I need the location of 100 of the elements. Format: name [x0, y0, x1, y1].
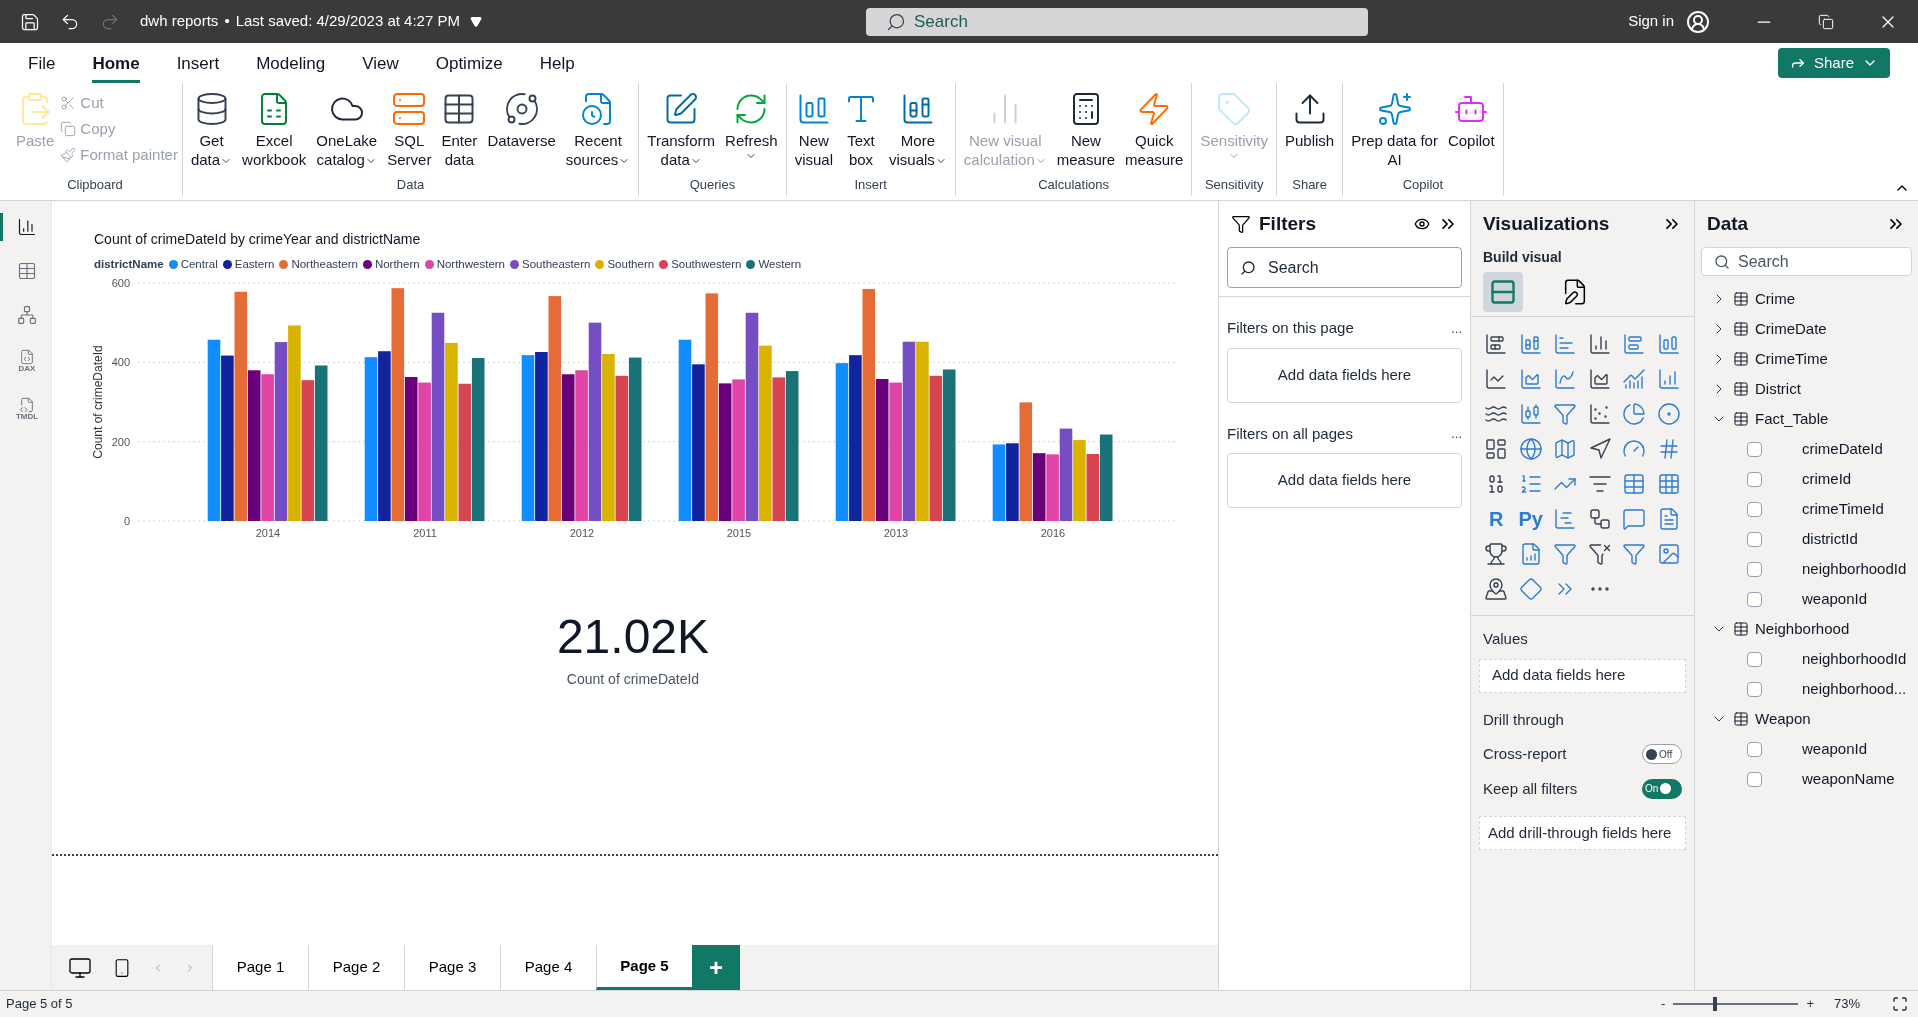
ribbon-button[interactable]: OneLake catalog: [312, 91, 382, 169]
field-checkbox[interactable]: [1747, 681, 1762, 697]
drop-zone[interactable]: Add data fields here: [1227, 453, 1462, 508]
visual-type-icon[interactable]: [1484, 541, 1509, 566]
visual-type-icon[interactable]: [1484, 331, 1509, 356]
field-name[interactable]: crimeId: [1802, 467, 1852, 491]
toggle-switch[interactable]: On: [1642, 778, 1682, 799]
ribbon-button[interactable]: Refresh: [721, 91, 782, 162]
drop-zone[interactable]: Add drill-through fields here: [1479, 816, 1686, 850]
visual-type-icon[interactable]: [1587, 541, 1612, 566]
field-checkbox[interactable]: [1747, 741, 1762, 757]
visual-type-icon[interactable]: [1484, 366, 1509, 391]
drop-zone[interactable]: Add data fields here: [1227, 347, 1462, 403]
page-tab[interactable]: Page 3: [404, 945, 500, 990]
page-tab[interactable]: Page 5: [596, 945, 692, 990]
menu-tab[interactable]: View: [362, 43, 399, 83]
table-item[interactable]: Weapon: [1695, 704, 1918, 734]
ribbon-button[interactable]: New visual: [790, 91, 837, 169]
zoom-thumb[interactable]: [1713, 997, 1718, 1011]
field-name[interactable]: weaponName: [1802, 767, 1895, 791]
view-button[interactable]: DAX: [0, 345, 51, 377]
field-name[interactable]: neighborhood...: [1802, 677, 1907, 701]
user-icon[interactable]: [1686, 9, 1710, 34]
more-options[interactable]: ...: [1451, 424, 1462, 444]
table-item[interactable]: Crime: [1695, 284, 1918, 314]
field-name[interactable]: neighborhoodId: [1802, 557, 1907, 581]
toggle-switch[interactable]: Off: [1642, 744, 1682, 765]
page-tab[interactable]: Page 2: [308, 945, 404, 990]
visual-type-icon[interactable]: [1484, 436, 1509, 461]
fit-page-icon[interactable]: [1892, 996, 1908, 1012]
ribbon-button[interactable]: New measure: [1052, 91, 1120, 169]
page-tab[interactable]: Page 4: [500, 945, 596, 990]
field-name[interactable]: weaponId: [1802, 587, 1868, 611]
ribbon-button[interactable]: SQL Server: [383, 91, 436, 169]
menu-tab[interactable]: File: [28, 43, 56, 83]
restore-icon[interactable]: [1818, 13, 1834, 30]
axis-tick: 2016: [1040, 527, 1066, 540]
share-button[interactable]: Share: [1777, 48, 1890, 78]
ribbon-button[interactable]: Prep data for AI: [1347, 91, 1442, 169]
group-label: Copilot: [1401, 175, 1445, 194]
visual-type-icon[interactable]: [1587, 401, 1612, 426]
ribbon-button[interactable]: Enter data: [437, 91, 482, 169]
desktop-icon[interactable]: [68, 955, 92, 980]
ribbon-button[interactable]: Quick measure: [1121, 91, 1188, 169]
field-checkbox[interactable]: [1747, 561, 1762, 577]
search-field[interactable]: Search: [865, 7, 1368, 36]
drop-zone[interactable]: Add data fields here: [1479, 658, 1686, 693]
table-item[interactable]: District: [1695, 374, 1918, 404]
caret-icon[interactable]: [469, 15, 482, 28]
ribbon-button[interactable]: Transform data: [643, 91, 720, 169]
field-checkbox[interactable]: [1747, 651, 1762, 667]
field-checkbox[interactable]: [1747, 471, 1762, 487]
field-checkbox[interactable]: [1747, 501, 1762, 517]
field-name[interactable]: weaponId: [1802, 737, 1868, 761]
menu-tab[interactable]: Help: [539, 43, 575, 83]
ribbon-button[interactable]: Dataverse: [483, 91, 560, 150]
ribbon-button[interactable]: Copilot: [1443, 91, 1499, 150]
page-tab[interactable]: Page 1: [212, 945, 308, 990]
visual-type-icon[interactable]: [1587, 331, 1612, 356]
field-name[interactable]: neighborhoodId: [1802, 647, 1907, 671]
add-page-button[interactable]: +: [692, 945, 740, 990]
visual-type-icon[interactable]: [1484, 576, 1509, 601]
view-button[interactable]: TMDL: [0, 393, 51, 425]
eye-icon[interactable]: [1414, 216, 1430, 232]
menu-tab[interactable]: Optimize: [435, 43, 503, 83]
zoom-in-button[interactable]: +: [1806, 994, 1814, 1014]
menu-tab[interactable]: Insert: [176, 43, 220, 83]
zoom-out-button[interactable]: -: [1661, 994, 1666, 1014]
menu-tab[interactable]: Modeling: [256, 43, 326, 83]
file-name: dwh reports: [140, 11, 219, 32]
field-name[interactable]: crimeDateId: [1802, 437, 1883, 461]
field-checkbox[interactable]: [1747, 441, 1762, 457]
field-checkbox[interactable]: [1747, 591, 1762, 607]
ribbon-button[interactable]: Publish: [1281, 91, 1339, 150]
visual-type-button[interactable]: Py: [1513, 504, 1548, 533]
toggle-label: Cross-report: [1483, 744, 1567, 764]
save-icon[interactable]: [20, 11, 40, 32]
search-field[interactable]: Search: [1227, 247, 1462, 288]
ribbon-button[interactable]: Get data: [186, 91, 237, 169]
table-icon: [1733, 351, 1749, 367]
field-checkbox[interactable]: [1747, 771, 1762, 787]
field-name[interactable]: crimeTimeId: [1802, 497, 1884, 521]
ribbon-button[interactable]: Text box: [839, 91, 883, 169]
table-item[interactable]: Fact_Table: [1695, 404, 1918, 434]
visual-type-icon[interactable]: [1587, 506, 1612, 531]
more-options[interactable]: ...: [1451, 318, 1462, 338]
visual-type-button[interactable]: R: [1479, 504, 1514, 533]
sign-in-link[interactable]: Sign in: [1628, 10, 1674, 33]
ribbon-button[interactable]: More visuals: [885, 91, 951, 169]
search-field[interactable]: Search: [1701, 247, 1912, 276]
ribbon-button[interactable]: Recent sources: [561, 91, 635, 169]
table-item[interactable]: CrimeDate: [1695, 314, 1918, 344]
visual-type-icon[interactable]: [1587, 366, 1612, 391]
field-name[interactable]: districtId: [1802, 527, 1858, 551]
field-checkbox[interactable]: [1747, 531, 1762, 547]
table-item[interactable]: Neighborhood: [1695, 614, 1918, 644]
table-item[interactable]: CrimeTime: [1695, 344, 1918, 374]
group-label: Share: [1291, 175, 1328, 194]
view-icon: [17, 217, 37, 237]
ribbon-button[interactable]: Excel workbook: [238, 91, 311, 169]
